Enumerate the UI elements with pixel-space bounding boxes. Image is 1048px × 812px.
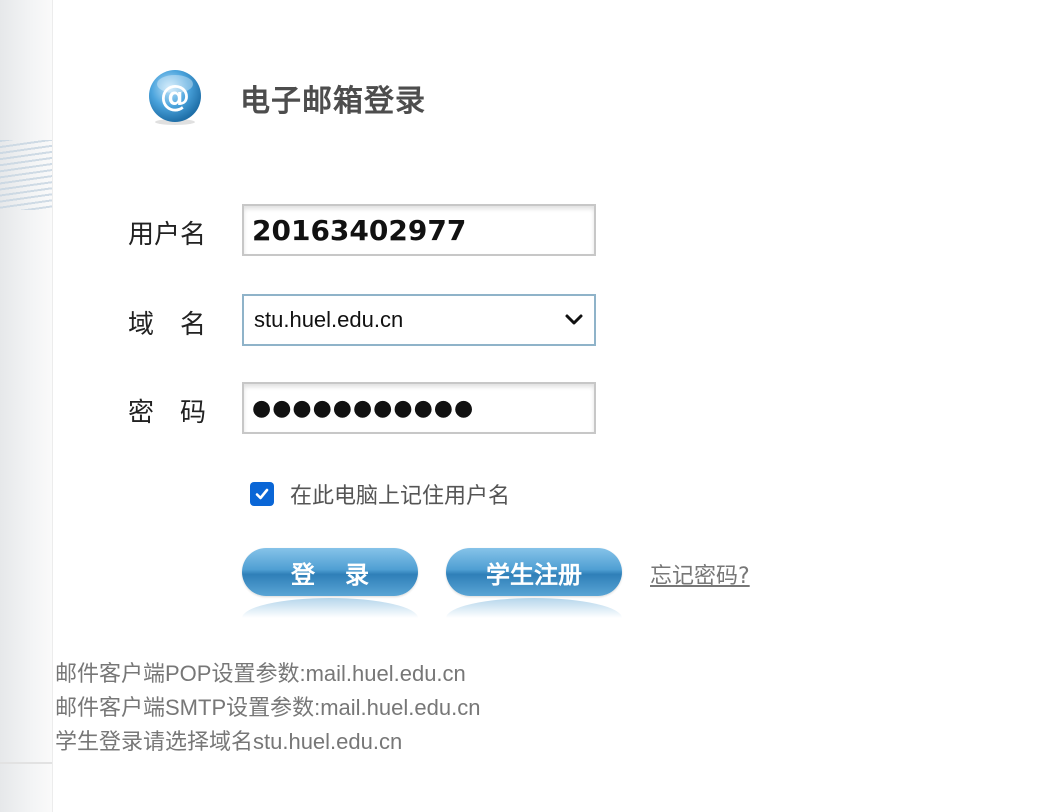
left-decorative-strip: [0, 0, 53, 812]
remember-label[interactable]: 在此电脑上记住用户名: [290, 478, 510, 510]
password-mask: ●●●●●●●●●●●: [252, 395, 475, 421]
register-button-reflection: [446, 598, 622, 618]
chevron-down-icon: [565, 314, 583, 325]
domain-value: stu.huel.edu.cn: [254, 307, 404, 332]
username-value: 20163402977: [252, 213, 467, 247]
password-label: 密码: [128, 398, 233, 428]
smtp-settings-info: 邮件客户端SMTP设置参数:mail.huel.edu.cn: [55, 695, 481, 720]
password-input[interactable]: ●●●●●●●●●●●: [242, 382, 596, 434]
pop-settings-info: 邮件客户端POP设置参数:mail.huel.edu.cn: [55, 661, 466, 686]
remember-username: 在此电脑上记住用户名: [250, 478, 510, 510]
at-sign-icon: @: [145, 68, 205, 128]
decorative-lines: [0, 140, 52, 210]
student-domain-note: 学生登录请选择域名stu.huel.edu.cn: [55, 729, 403, 754]
domain-select[interactable]: stu.huel.edu.cn: [242, 294, 596, 346]
forgot-password-link[interactable]: 忘记密码?: [650, 558, 750, 590]
svg-text:@: @: [160, 79, 190, 114]
login-button-reflection: [242, 598, 418, 618]
login-page: @ 电子邮箱登录 用户名 20163402977 域名 stu.huel.edu…: [0, 0, 1048, 812]
page-title: 电子邮箱登录: [240, 84, 426, 119]
checkmark-icon: [255, 488, 269, 500]
username-label: 用户名: [128, 220, 207, 250]
remember-checkbox[interactable]: [250, 482, 274, 506]
username-input[interactable]: 20163402977: [242, 204, 596, 256]
register-button[interactable]: 学生注册: [446, 548, 622, 596]
decorative-divider: [0, 762, 52, 764]
login-button[interactable]: 登录: [242, 548, 418, 596]
domain-label: 域名: [128, 310, 233, 340]
